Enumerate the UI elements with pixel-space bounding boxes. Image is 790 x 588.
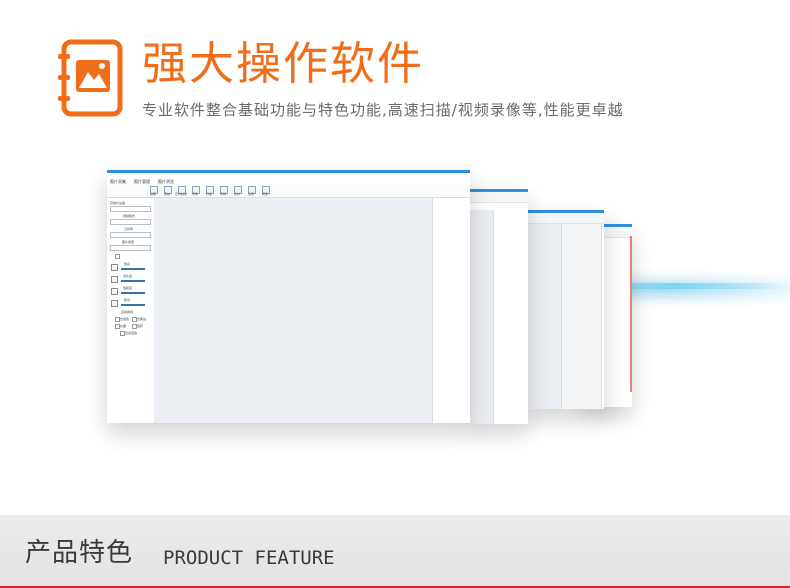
sidebar-label: 对比度: [123, 274, 133, 278]
toolbar-label: 帮助: [261, 192, 268, 196]
exposure-icon: [111, 300, 118, 307]
toolbar-button[interactable]: 条码: [217, 186, 229, 196]
sidebar-label: 分辨率: [124, 227, 134, 231]
toolbar-label: 拍照: [149, 192, 156, 196]
window-pane: [468, 210, 494, 424]
window-toolbar: [526, 213, 604, 224]
section-title-en: PRODUCT FEATURE: [163, 547, 335, 569]
toolbar: 拍照 连拍 定时拍摄 录像 扫描 条码 合并 设置 帮助: [107, 185, 470, 198]
window-edge-mark: [630, 236, 632, 392]
app-window-2: [468, 189, 528, 424]
device-select[interactable]: [110, 206, 151, 212]
toolbar-label: 扫描: [205, 192, 212, 196]
toolbar-button[interactable]: 拍照: [147, 186, 159, 196]
settings-sidebar: 高拍仪设备 视频格式 分辨率 图片类型 色彩 对比度 饱和度 曝光 自动裁剪 去…: [107, 198, 155, 423]
color-slider[interactable]: [121, 268, 145, 270]
app-window-3: [526, 210, 604, 409]
sidebar-label: 图片类型: [122, 240, 135, 244]
toolbar-label: 合并: [233, 192, 240, 196]
window-toolbar: [468, 192, 528, 203]
saturation-slider[interactable]: [121, 292, 145, 294]
window-pane: [526, 224, 562, 409]
sidebar-label: 自动裁剪: [121, 310, 134, 314]
picture-notebook-icon: [58, 39, 123, 117]
toolbar-label: 设置: [247, 192, 254, 196]
contrast-icon: [111, 276, 118, 283]
page-title: 强大操作软件: [142, 37, 425, 90]
section-title-cn: 产品特色: [25, 538, 134, 568]
sidebar-label: 色彩: [124, 262, 131, 266]
window-pane: [560, 224, 602, 409]
contrast-slider[interactable]: [121, 280, 145, 282]
option-label: 去黑边: [137, 317, 147, 321]
sidebar-label: 视频格式: [123, 214, 136, 218]
toolbar-button[interactable]: 合并: [231, 186, 243, 196]
toolbar-button[interactable]: 扫描: [203, 186, 215, 196]
toolbar-button[interactable]: 设置: [245, 186, 257, 196]
page-subtitle: 专业软件整合基础功能与特色功能,高速扫描/视频录像等,性能更卓越: [142, 101, 624, 119]
sidebar-label: 饱和度: [123, 286, 133, 290]
sidebar-label: 曝光: [124, 298, 131, 302]
toolbar-button[interactable]: 连拍: [161, 186, 173, 196]
color-icon: [111, 264, 118, 271]
preview-canvas[interactable]: [154, 198, 432, 423]
option-label: 自动连拍: [125, 331, 138, 335]
sidebar-label: 高拍仪设备: [110, 201, 126, 205]
toolbar-label: 条码: [219, 192, 226, 196]
toolbar-button[interactable]: 录像: [189, 186, 201, 196]
saturation-icon: [111, 288, 118, 295]
format-select[interactable]: [110, 219, 151, 225]
image-type-select[interactable]: [110, 245, 151, 251]
option-label: 旋转: [137, 324, 144, 328]
app-window-main: 图片采集 图片管理 图片浏览 拍照 连拍 定时拍摄 录像 扫描 条码 合并 设置…: [107, 170, 470, 423]
toolbar-label: 录像: [191, 192, 198, 196]
toolbar-button[interactable]: 定时拍摄: [175, 186, 187, 196]
option-label: 去底色: [120, 317, 130, 321]
resolution-select[interactable]: [110, 232, 151, 238]
exposure-slider[interactable]: [121, 304, 145, 306]
thumbnail-panel: [432, 198, 470, 423]
toolbar-button[interactable]: 帮助: [259, 186, 271, 196]
toolbar-label: 定时拍摄: [175, 192, 188, 196]
toolbar-label: 连拍: [163, 192, 170, 196]
option-checkbox[interactable]: [115, 254, 120, 259]
option-label: 纠偏: [120, 324, 127, 328]
